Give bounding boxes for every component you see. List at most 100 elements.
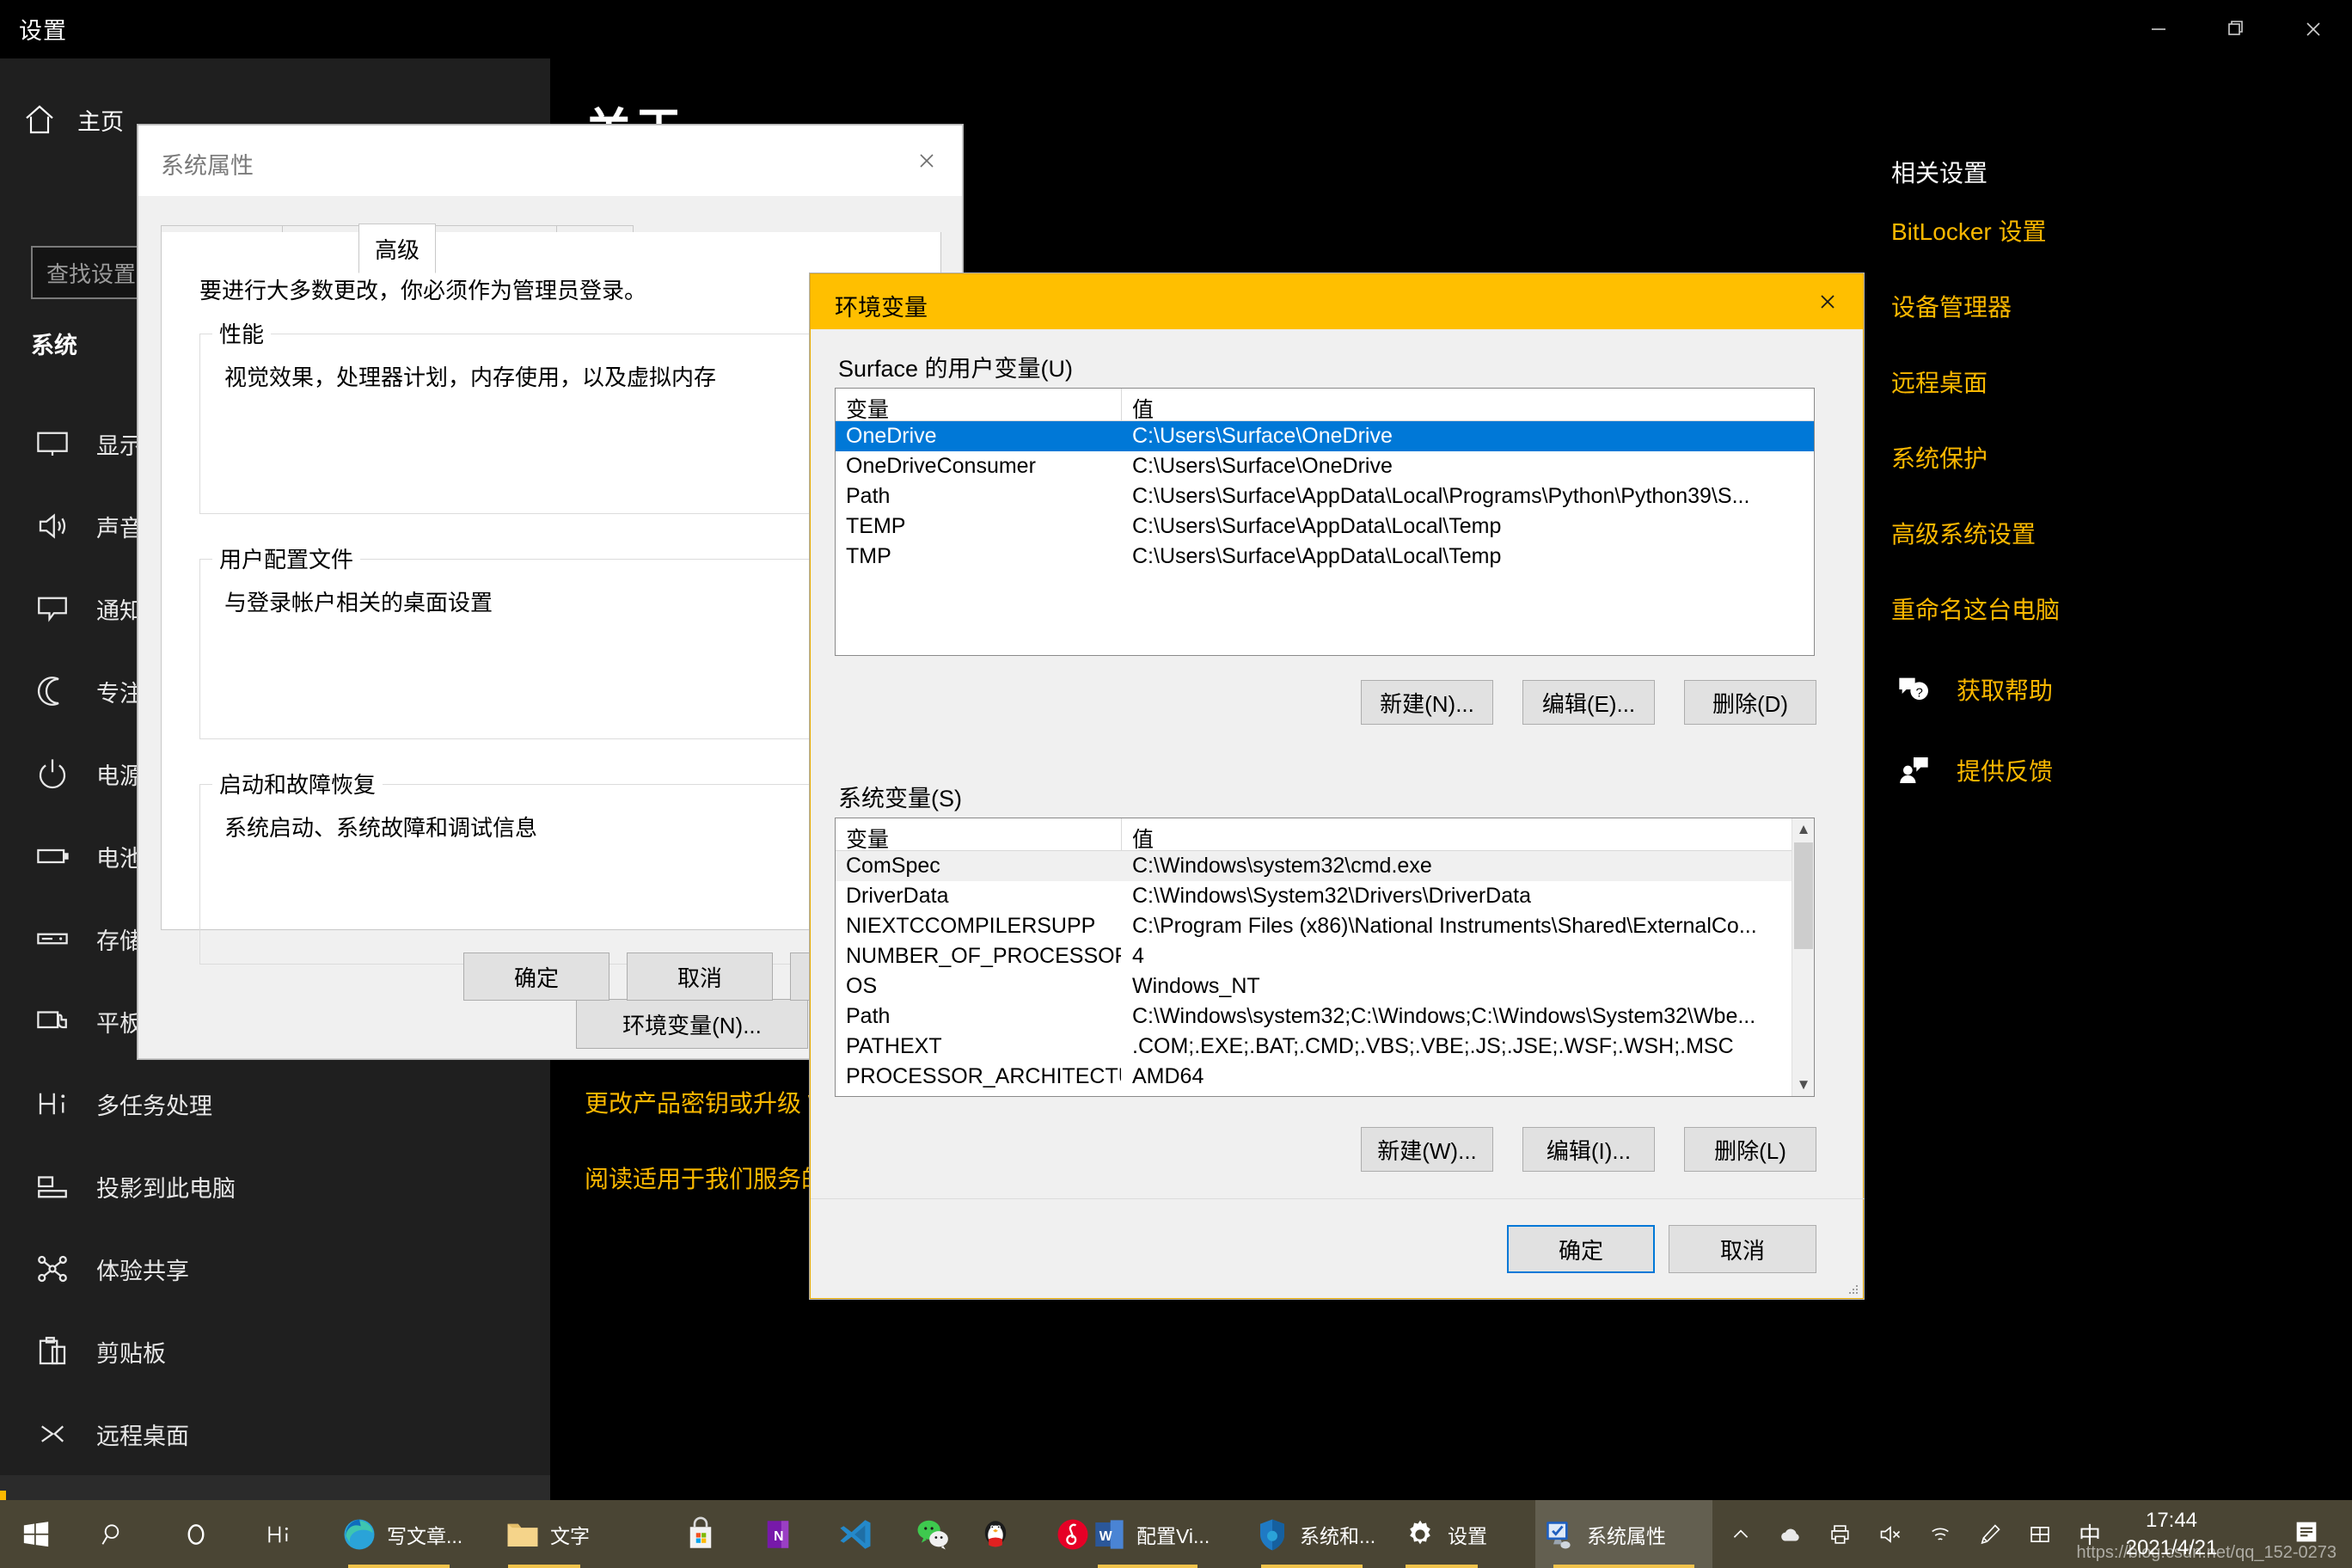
system-new-button[interactable]: 新建(W)... <box>1361 1127 1493 1172</box>
sidebar-item-clipboard[interactable]: 剪贴板 <box>0 1310 550 1393</box>
taskbar-app-onenote[interactable]: N <box>739 1500 817 1568</box>
close-icon[interactable] <box>1792 274 1863 329</box>
taskbar-app-settings[interactable]: 设置 <box>1396 1500 1487 1568</box>
column-header-variable: 变量 <box>846 828 890 852</box>
variable-name: Path <box>846 1004 891 1028</box>
close-icon[interactable] <box>891 126 962 196</box>
windows-start-icon <box>0 1520 72 1549</box>
table-row[interactable]: OneDrive C:\Users\Surface\OneDrive <box>836 421 1814 451</box>
system-variables-scrollbar[interactable]: ▲ ▼ <box>1792 818 1814 1096</box>
user-variables-header: 变量 值 <box>836 389 1814 422</box>
table-row[interactable]: OneDriveConsumer C:\Users\Surface\OneDri… <box>836 451 1814 481</box>
taskbar-app-label: 配置Vi... <box>1136 1524 1210 1547</box>
help-question-icon: ? <box>1891 672 1936 707</box>
taskbar-app-label: 文字 <box>550 1524 590 1547</box>
table-row[interactable]: Path C:\Users\Surface\AppData\Local\Prog… <box>836 481 1814 511</box>
table-row[interactable]: DriverData C:\Windows\System32\Drivers\D… <box>836 881 1814 911</box>
word-icon: W <box>1085 1516 1133 1553</box>
minimize-button[interactable] <box>2120 0 2197 58</box>
scroll-up-icon[interactable]: ▲ <box>1792 818 1814 841</box>
user-variables-label: Surface 的用户变量(U) <box>838 356 1074 382</box>
related-link-device-manager[interactable]: 设备管理器 <box>1891 289 2338 323</box>
table-row[interactable]: TEMP C:\Users\Surface\AppData\Local\Temp <box>836 511 1814 542</box>
table-row[interactable]: TMP C:\Users\Surface\AppData\Local\Temp <box>836 542 1814 572</box>
system-properties-cancel-button[interactable]: 取消 <box>627 952 773 1001</box>
table-row[interactable]: NIEXTCCOMPILERSUPP C:\Program Files (x86… <box>836 911 1814 941</box>
monitor-icon <box>26 417 79 470</box>
printer-icon[interactable] <box>1816 1500 1865 1568</box>
table-row[interactable]: OS Windows_NT <box>836 971 1814 1001</box>
taskbar-search-button[interactable] <box>72 1500 155 1568</box>
related-link-remote-desktop[interactable]: 远程桌面 <box>1891 364 2338 399</box>
user-edit-button[interactable]: 编辑(E)... <box>1522 680 1655 725</box>
related-link-advanced-system-settings[interactable]: 高级系统设置 <box>1891 516 2338 550</box>
taskbar-app-store[interactable] <box>662 1500 739 1568</box>
taskbar-app-edge[interactable]: 写文章... <box>335 1500 462 1568</box>
chevron-up-icon[interactable] <box>1716 1500 1766 1568</box>
user-delete-button[interactable]: 删除(D) <box>1684 680 1816 725</box>
environment-variables-ok-button[interactable]: 确定 <box>1507 1225 1655 1273</box>
environment-variables-cancel-button[interactable]: 取消 <box>1669 1225 1816 1273</box>
taskbar-app-wechat[interactable] <box>894 1500 971 1568</box>
table-row[interactable]: NUMBER_OF_PROCESSORS 4 <box>836 941 1814 971</box>
clipboard-icon <box>26 1325 79 1378</box>
qq-icon <box>971 1516 1020 1553</box>
sidebar-item-label: 显示 <box>96 432 143 459</box>
get-help-label: 获取帮助 <box>1957 677 2054 704</box>
related-link-system-protection[interactable]: 系统保护 <box>1891 440 2338 475</box>
sidebar-item-label: 远程桌面 <box>96 1423 189 1449</box>
system-variables-list[interactable]: 变量 值 ComSpec C:\Windows\system32\cmd.exe… <box>835 818 1815 1097</box>
table-row[interactable]: PROCESSOR_ARCHITECTU... AMD64 <box>836 1062 1814 1092</box>
power-icon <box>26 747 79 800</box>
taskbar-app-qq[interactable] <box>971 1500 1049 1568</box>
user-new-button[interactable]: 新建(N)... <box>1361 680 1493 725</box>
sidebar-item-projecting[interactable]: 投影到此电脑 <box>0 1145 550 1228</box>
taskbar-app-word[interactable]: W 配置Vi... <box>1085 1500 1210 1568</box>
task-view-button[interactable] <box>237 1500 320 1568</box>
cortana-button[interactable] <box>155 1500 237 1568</box>
system-edit-button[interactable]: 编辑(I)... <box>1522 1127 1655 1172</box>
scrollbar-thumb[interactable] <box>1794 842 1813 949</box>
sidebar-item-label: 存储 <box>96 928 143 954</box>
project-icon <box>26 1160 79 1213</box>
volume-muted-icon[interactable] <box>1865 1500 1915 1568</box>
maximize-button[interactable] <box>2197 0 2275 58</box>
tablet-mode-icon[interactable] <box>2015 1500 2065 1568</box>
close-button[interactable] <box>2275 0 2352 58</box>
environment-variables-button[interactable]: 环境变量(N)... <box>576 999 808 1049</box>
table-row[interactable]: ComSpec C:\Windows\system32\cmd.exe <box>836 851 1814 881</box>
pen-icon[interactable] <box>1965 1500 2015 1568</box>
related-link-rename-pc[interactable]: 重命名这台电脑 <box>1891 591 2338 626</box>
related-link-bitlocker[interactable]: BitLocker 设置 <box>1891 213 2338 248</box>
taskbar-app-system-properties[interactable]: 系统属性 <box>1535 1500 1712 1568</box>
system-properties-ok-button[interactable]: 确定 <box>463 952 609 1001</box>
sidebar-item-label: 投影到此电脑 <box>96 1175 236 1202</box>
onedrive-cloud-icon[interactable] <box>1766 1500 1816 1568</box>
system-properties-title: 系统属性 <box>161 153 254 179</box>
gear-icon <box>1396 1517 1444 1552</box>
window-controls <box>2120 0 2352 58</box>
get-help-item[interactable]: ? 获取帮助 <box>1891 672 2338 707</box>
footer-divider <box>811 1198 1865 1199</box>
wifi-icon[interactable] <box>1915 1500 1965 1568</box>
resize-grip[interactable] <box>1846 1282 1859 1295</box>
taskbar-app-security[interactable]: 系统和... <box>1248 1500 1375 1568</box>
taskbar-app-folder[interactable]: 文字 <box>499 1500 590 1568</box>
system-delete-button[interactable]: 删除(L) <box>1684 1127 1816 1172</box>
taskbar-app-vscode[interactable] <box>817 1500 894 1568</box>
variable-value: C:\Users\Surface\AppData\Local\Temp <box>1132 544 1502 568</box>
battery-icon <box>26 830 79 883</box>
variable-name: TEMP <box>846 514 906 538</box>
sidebar-item-remote-desktop[interactable]: 远程桌面 <box>0 1393 550 1475</box>
start-button[interactable] <box>0 1500 72 1568</box>
give-feedback-item[interactable]: 提供反馈 <box>1891 753 2338 787</box>
tab-advanced[interactable]: 高级 <box>358 224 437 273</box>
sidebar-item-multitasking[interactable]: 多任务处理 <box>0 1063 550 1145</box>
environment-variables-dialog: 环境变量 Surface 的用户变量(U) 变量 值 OneDrive C:\U… <box>810 273 1865 1299</box>
scroll-down-icon[interactable]: ▼ <box>1792 1074 1814 1096</box>
user-variables-list[interactable]: 变量 值 OneDrive C:\Users\Surface\OneDrive … <box>835 388 1815 656</box>
sidebar-item-shared-experiences[interactable]: 体验共享 <box>0 1228 550 1310</box>
table-row[interactable]: Path C:\Windows\system32;C:\Windows;C:\W… <box>836 1001 1814 1032</box>
table-row[interactable]: PATHEXT .COM;.EXE;.BAT;.CMD;.VBS;.VBE;.J… <box>836 1032 1814 1062</box>
variable-name: PROCESSOR_ARCHITECTU... <box>846 1064 1121 1088</box>
